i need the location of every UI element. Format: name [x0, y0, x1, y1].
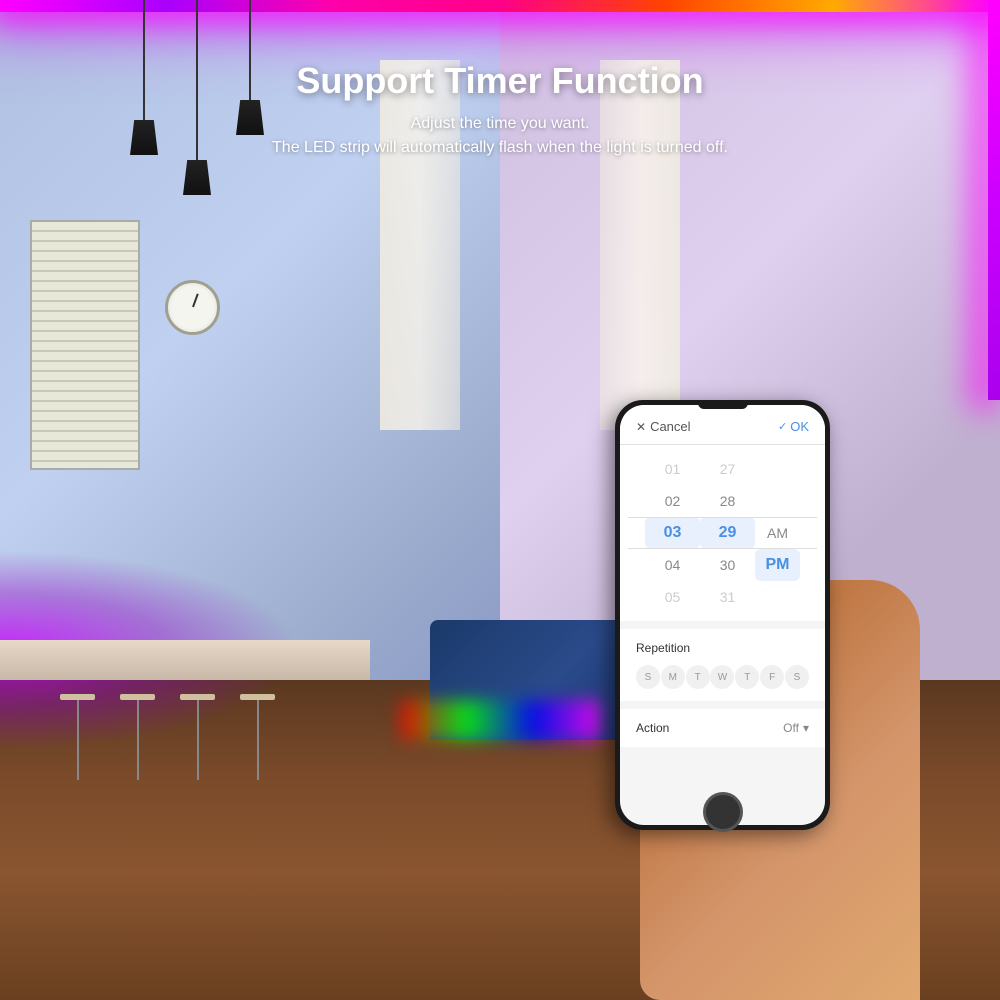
pm-option-selected[interactable]: PM: [755, 549, 800, 581]
minute-31: 31: [700, 581, 755, 613]
phone-screen: ✕ Cancel ✓ OK 01: [620, 405, 825, 825]
stool-4: [240, 694, 275, 780]
time-picker[interactable]: 01 02 03 04 05 27 28 29 30: [620, 445, 825, 621]
curtain-right: [600, 60, 680, 430]
am-option[interactable]: AM: [755, 517, 800, 549]
pendant-light-3: [236, 0, 264, 195]
hour-01: 01: [645, 453, 700, 485]
minutes-column[interactable]: 27 28 29 30 31: [700, 453, 755, 613]
cancel-x-icon: ✕: [636, 420, 646, 434]
phone-home-button[interactable]: [703, 792, 743, 832]
day-thursday[interactable]: T: [735, 665, 759, 689]
phone-container: ✕ Cancel ✓ OK 01: [600, 380, 920, 1000]
minute-28: 28: [700, 485, 755, 517]
chevron-down-icon: ▾: [803, 721, 809, 735]
stool-leg-4: [257, 700, 259, 780]
picker-wrapper: 01 02 03 04 05 27 28 29 30: [620, 453, 825, 613]
window-blinds: [30, 220, 140, 470]
repetition-section: Repetition S M T W T F S: [620, 629, 825, 701]
action-value-dropdown[interactable]: Off ▾: [783, 721, 809, 735]
pendant-cord-3: [249, 0, 251, 100]
pendant-lights: [130, 0, 264, 195]
hour-02: 02: [645, 485, 700, 517]
repetition-title: Repetition: [636, 641, 809, 655]
pendant-cord-1: [143, 0, 145, 120]
stool-3: [180, 694, 215, 780]
ampm-column[interactable]: AM PM: [755, 453, 800, 613]
curtain-left: [380, 60, 460, 430]
day-friday[interactable]: F: [760, 665, 784, 689]
ok-label[interactable]: OK: [790, 419, 809, 434]
bar-stools: [60, 694, 275, 780]
days-row[interactable]: S M T W T F S: [636, 665, 809, 689]
phone-device: ✕ Cancel ✓ OK 01: [615, 400, 830, 830]
pendant-shade-3: [236, 100, 264, 135]
wall-clock: [165, 280, 220, 335]
day-wednesday[interactable]: W: [710, 665, 734, 689]
minute-30: 30: [700, 549, 755, 581]
kitchen-counter: [0, 640, 370, 680]
rgb-floor-glow: [400, 700, 600, 740]
hour-04: 04: [645, 549, 700, 581]
day-sunday[interactable]: S: [636, 665, 660, 689]
day-tuesday[interactable]: T: [686, 665, 710, 689]
hour-05: 05: [645, 581, 700, 613]
stool-1: [60, 694, 95, 780]
action-label: Action: [636, 721, 669, 735]
hours-column[interactable]: 01 02 03 04 05: [645, 453, 700, 613]
stool-2: [120, 694, 155, 780]
pendant-shade-1: [130, 120, 158, 155]
stool-leg-2: [137, 700, 139, 780]
stool-leg-3: [197, 700, 199, 780]
pendant-shade-2: [183, 160, 211, 195]
pendant-cord-2: [196, 0, 198, 160]
hour-03-selected[interactable]: 03: [645, 517, 700, 549]
ceiling-led-right: [988, 0, 1000, 400]
day-monday[interactable]: M: [661, 665, 685, 689]
minute-29-selected[interactable]: 29: [700, 517, 755, 549]
action-section[interactable]: Action Off ▾: [620, 709, 825, 747]
pendant-light-1: [130, 0, 158, 195]
minute-27: 27: [700, 453, 755, 485]
ok-button[interactable]: ✓ OK: [778, 419, 809, 434]
phone-speaker: [698, 405, 748, 409]
time-picker-row: 01 02 03 04 05 27 28 29 30: [628, 453, 817, 613]
day-saturday[interactable]: S: [785, 665, 809, 689]
app-header: ✕ Cancel ✓ OK: [620, 405, 825, 445]
action-current-value: Off: [783, 721, 799, 735]
ok-check-icon: ✓: [778, 420, 787, 433]
stool-leg-1: [77, 700, 79, 780]
cancel-label[interactable]: Cancel: [650, 419, 690, 434]
pendant-light-2: [183, 0, 211, 195]
cancel-button[interactable]: ✕ Cancel: [636, 419, 691, 434]
app-ui: ✕ Cancel ✓ OK 01: [620, 405, 825, 825]
